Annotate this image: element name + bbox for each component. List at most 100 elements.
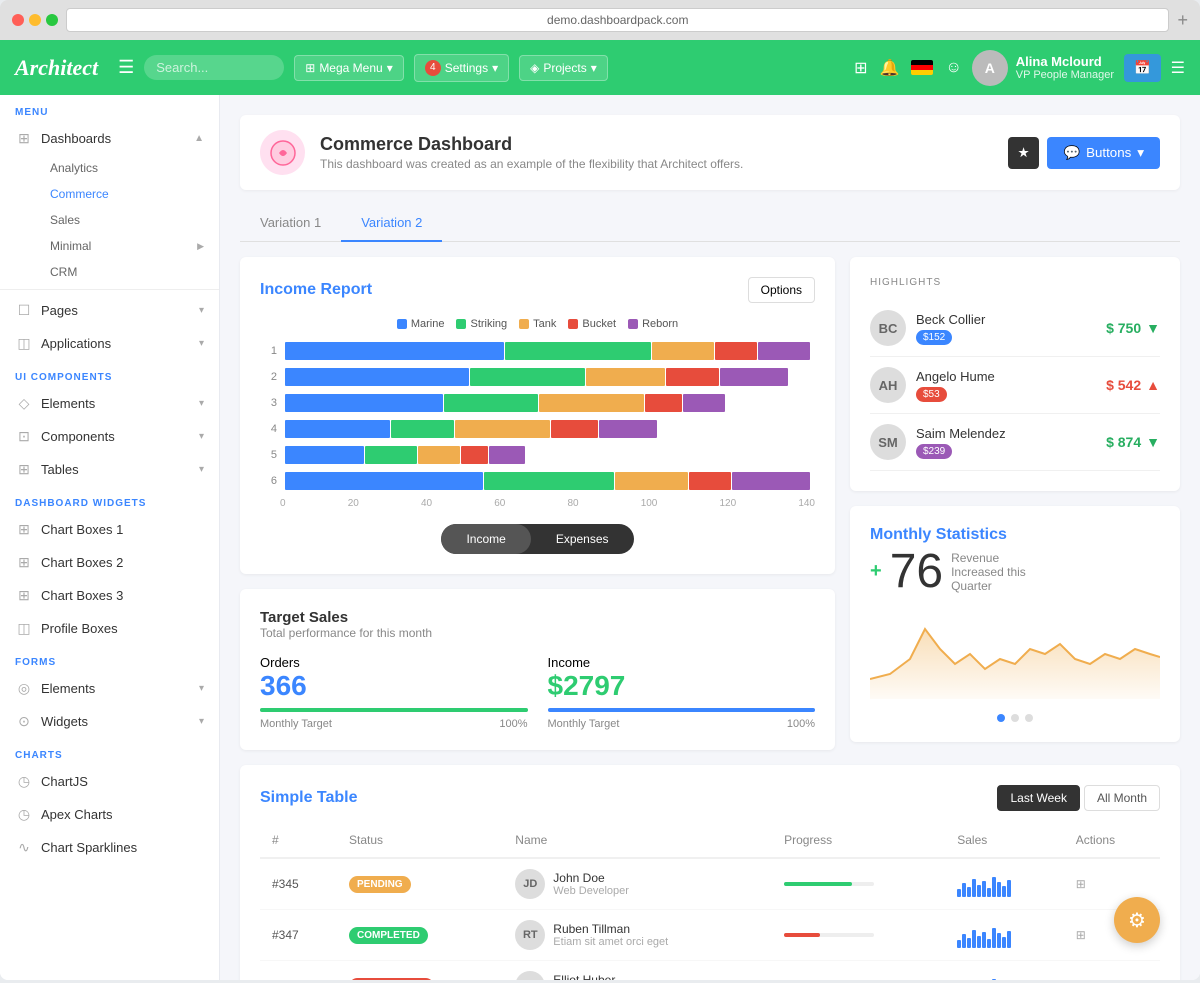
arrow-icon: ▼	[1146, 320, 1160, 336]
status-badge: IN PROGRESS	[349, 978, 434, 981]
highlight-row: AH Angelo Hume $53 $ 542 ▲	[870, 357, 1160, 414]
grid-icon[interactable]: ⊞	[854, 58, 867, 78]
sidebar-item-chart-boxes-1[interactable]: ⊞ Chart Boxes 1	[0, 513, 219, 546]
flag-icon[interactable]	[911, 60, 933, 75]
sidebar-item-forms-widgets[interactable]: ⊙ Widgets ▾	[0, 705, 219, 738]
bar-label: 4	[265, 423, 277, 435]
sidebar-item-apex-charts[interactable]: ◷ Apex Charts	[0, 798, 219, 831]
bar-segment	[418, 446, 460, 464]
action-menu-icon[interactable]: ⊞	[1076, 979, 1086, 980]
col-sales: Sales	[945, 823, 1063, 858]
bell-icon[interactable]: 🔔	[880, 58, 900, 78]
sidebar-item-sales[interactable]: Sales	[35, 207, 219, 233]
options-button[interactable]: Options	[748, 277, 815, 303]
bar-segment	[365, 446, 418, 464]
bar-container	[285, 420, 810, 438]
cell-status: PENDING	[337, 858, 503, 910]
calendar-button[interactable]: 📅	[1124, 54, 1161, 82]
sidebar-item-chart-boxes-2[interactable]: ⊞ Chart Boxes 2	[0, 546, 219, 579]
action-menu-icon[interactable]: ⊞	[1076, 877, 1086, 891]
menu-dots-icon[interactable]: ☰	[1171, 58, 1185, 78]
sidebar-item-crm[interactable]: CRM	[35, 259, 219, 285]
dashboard-widgets-label: DASHBOARD WIDGETS	[0, 486, 219, 513]
chart-legend: MarineStrikingTankBucketReborn	[260, 318, 815, 330]
projects-button[interactable]: ◈ Projects ▾	[519, 55, 608, 81]
sidebar-item-chart-sparklines[interactable]: ∿ Chart Sparklines	[0, 831, 219, 864]
user-details: Ruben Tillman Etiam sit amet orci eget	[553, 922, 668, 948]
sidebar-item-components[interactable]: ⊡ Components ▾	[0, 420, 219, 453]
forms-widgets-icon: ⊙	[15, 713, 33, 730]
browser-addressbar[interactable]: demo.dashboardpack.com	[66, 8, 1169, 32]
legend-item: Tank	[519, 318, 556, 330]
progress-fill	[784, 882, 852, 886]
search-input[interactable]	[144, 55, 284, 80]
elements-icon: ◇	[15, 395, 33, 412]
sidebar-item-chartjs[interactable]: ◷ ChartJS	[0, 765, 219, 798]
sidebar-item-forms-elements[interactable]: ◎ Elements ▾	[0, 672, 219, 705]
slide-dot-3[interactable]	[1025, 714, 1033, 722]
sidebar-item-dashboards[interactable]: ⊞ Dashboards ▲	[0, 122, 219, 155]
browser-add-tab[interactable]: +	[1177, 10, 1188, 31]
toggle-expenses[interactable]: Expenses	[531, 524, 634, 554]
user-cell: RT Ruben Tillman Etiam sit amet orci ege…	[515, 920, 760, 950]
table-head: # Status Name Progress Sales Actions	[260, 823, 1160, 858]
profile-boxes-icon: ◫	[15, 620, 33, 637]
action-menu-icon[interactable]: ⊞	[1076, 928, 1086, 942]
legend-item: Marine	[397, 318, 445, 330]
spark-bar	[987, 888, 991, 897]
sidebar-item-elements[interactable]: ◇ Elements ▾	[0, 387, 219, 420]
bar-container	[285, 472, 810, 490]
slide-dots	[870, 714, 1160, 722]
settings-button[interactable]: 4 Settings ▾	[414, 54, 509, 82]
dot-green[interactable]	[46, 14, 58, 26]
sidebar-item-pages[interactable]: ☐ Pages ▾	[0, 294, 219, 327]
tab-variation1[interactable]: Variation 1	[240, 205, 341, 242]
star-button[interactable]: ★	[1008, 137, 1040, 169]
mega-menu-button[interactable]: ⊞ Mega Menu ▾	[294, 55, 403, 81]
income-label: Income	[548, 655, 591, 670]
progress-bar	[784, 882, 874, 886]
main-layout: MENU ⊞ Dashboards ▲ Analytics Commerce S…	[0, 95, 1200, 980]
spark-bar	[992, 877, 996, 897]
last-week-button[interactable]: Last Week	[997, 785, 1079, 811]
buttons-button[interactable]: 💬 Buttons ▾	[1047, 137, 1160, 169]
bar-row: 4	[265, 420, 810, 438]
dot-red[interactable]	[12, 14, 24, 26]
bar-label: 6	[265, 475, 277, 487]
sidebar-item-tables[interactable]: ⊞ Tables ▾	[0, 453, 219, 486]
target-subtitle: Total performance for this month	[260, 626, 815, 640]
sidebar-item-analytics[interactable]: Analytics	[35, 155, 219, 181]
slide-dot-1[interactable]	[997, 714, 1005, 722]
spark-bar	[962, 934, 966, 948]
orders-pct: 100%	[499, 718, 527, 730]
hamburger-icon[interactable]: ☰	[118, 57, 134, 78]
sidebar-item-chart-boxes-3[interactable]: ⊞ Chart Boxes 3	[0, 579, 219, 612]
legend-dot	[519, 319, 529, 329]
spark-bar	[982, 932, 986, 948]
tab-variation2[interactable]: Variation 2	[341, 205, 442, 242]
nav-user[interactable]: A Alina Mclourd VP People Manager	[972, 50, 1114, 86]
all-month-button[interactable]: All Month	[1084, 785, 1160, 811]
target-grid: Orders 366 Monthly Target 100%	[260, 655, 815, 730]
spark-bar	[987, 939, 991, 948]
table-header-row: Simple Table Last Week All Month	[260, 785, 1160, 811]
face-icon[interactable]: ☺	[945, 59, 961, 77]
bar-segment	[489, 446, 526, 464]
highlights-list: BC Beck Collier $152 $ 750 ▼ AH Angelo H…	[870, 300, 1160, 471]
toggle-income[interactable]: Income	[441, 524, 530, 554]
user-cell: JD John Doe Web Developer	[515, 869, 760, 899]
table-row: #321 IN PROGRESS EH Elliot Huber Lorem i…	[260, 961, 1160, 981]
orders-progress-fill	[260, 708, 528, 712]
sidebar-item-applications[interactable]: ◫ Applications ▾	[0, 327, 219, 360]
bar-row: 6	[265, 472, 810, 490]
sidebar-item-minimal[interactable]: Minimal ▶	[35, 233, 219, 259]
spark-bar	[967, 938, 971, 948]
sidebar-item-commerce[interactable]: Commerce	[35, 181, 219, 207]
fab-button[interactable]: ⚙	[1114, 897, 1160, 943]
sidebar-item-profile-boxes[interactable]: ◫ Profile Boxes	[0, 612, 219, 645]
slide-dot-2[interactable]	[1011, 714, 1019, 722]
bar-segment	[615, 472, 688, 490]
dot-yellow[interactable]	[29, 14, 41, 26]
income-pct: 100%	[787, 718, 815, 730]
content-grid: Income Report Options MarineStrikingTank…	[240, 257, 1180, 750]
